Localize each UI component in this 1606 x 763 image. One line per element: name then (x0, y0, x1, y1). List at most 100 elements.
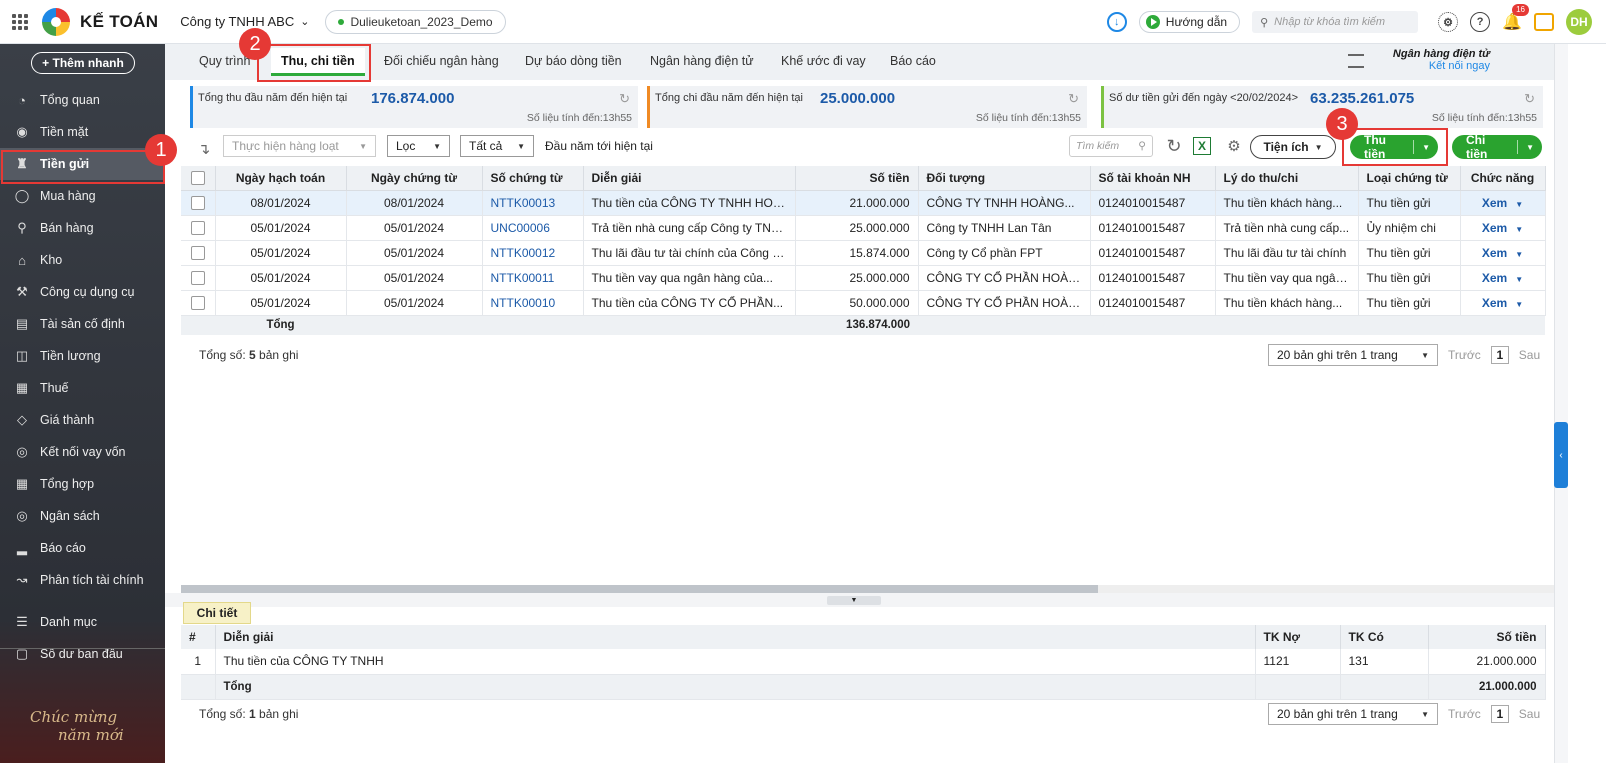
sidebar-item[interactable]: ◎ Kết nối vay vốn (0, 436, 165, 468)
page-number[interactable]: 1 (1490, 346, 1509, 364)
e-banking-connect[interactable]: Ngân hàng điện tử Kết nối ngay (1393, 48, 1490, 72)
vertical-scrollbar[interactable] (1554, 44, 1568, 763)
sidebar-item[interactable]: ▂ Báo cáo (0, 532, 165, 564)
next-page-button[interactable]: Sau (1519, 348, 1540, 362)
view-link[interactable]: Xem (1482, 271, 1507, 285)
sort-arrow-icon[interactable]: ↴ (193, 138, 215, 160)
row-checkbox[interactable] (190, 245, 205, 260)
view-link[interactable]: Xem (1482, 296, 1507, 310)
prev-page-button[interactable]: Trước (1448, 707, 1481, 721)
refresh-icon[interactable]: ↻ (1524, 91, 1535, 107)
table-cell[interactable]: NTTK00011 (482, 265, 584, 291)
column-header[interactable]: Ngày hạch toán (215, 166, 347, 191)
sidebar-item[interactable]: ◯ Mua hàng (0, 180, 165, 212)
refresh-icon[interactable]: ↻ (1163, 135, 1185, 157)
row-checkbox[interactable] (190, 270, 205, 285)
scrollbar-thumb[interactable] (181, 585, 1098, 593)
sidebar-item[interactable]: ☰ Danh mục (0, 606, 165, 638)
quick-add-button[interactable]: + Thêm nhanh (31, 52, 135, 74)
column-header[interactable]: Đối tượng (918, 166, 1091, 191)
caret-down-icon[interactable]: ▼ (1518, 143, 1542, 152)
column-header[interactable]: Chức năng (1460, 166, 1546, 191)
tab-cash-flow-forecast[interactable]: Dự báo dòng tiền (525, 54, 622, 68)
database-selector[interactable]: Dulieuketoan_2023_Demo (325, 9, 506, 34)
caret-down-icon[interactable]: ▼ (1414, 143, 1438, 152)
caret-down-icon[interactable]: ▼ (1515, 200, 1523, 209)
sidebar-item[interactable]: ◇ Giá thành (0, 404, 165, 436)
view-link[interactable]: Xem (1482, 246, 1507, 260)
caret-down-icon[interactable]: ▼ (1515, 225, 1523, 234)
caret-down-icon[interactable]: ▼ (1515, 275, 1523, 284)
tab-receipts-payments[interactable]: Thu, chi tiền (271, 48, 365, 76)
sidebar-item[interactable]: ◉ Tiền mặt (0, 116, 165, 148)
refresh-icon[interactable]: ↻ (619, 91, 630, 107)
sidebar-item[interactable]: ▦ Thuế (0, 372, 165, 404)
table-row[interactable]: 05/01/2024 05/01/2024 NTTK00011 Thu tiền va… (181, 265, 1546, 291)
tab-e-banking[interactable]: Ngân hàng điện tử (650, 54, 754, 68)
sidebar-item[interactable]: ▢ Số dư ban đầu (0, 638, 165, 670)
next-page-button[interactable]: Sau (1519, 707, 1540, 721)
collapse-handle-icon[interactable]: ▼ (827, 596, 881, 605)
notification-bell-icon[interactable]: 🔔 16 (1502, 4, 1529, 32)
sidebar-item[interactable]: ◫ Tiền lương (0, 340, 165, 372)
sidebar-item[interactable]: ▦ Tổng hợp (0, 468, 165, 500)
user-avatar[interactable]: DH (1566, 9, 1592, 35)
table-row[interactable]: 05/01/2024 05/01/2024 NTTK00010 Thu tiền củ… (181, 290, 1546, 316)
tab-bank-reconciliation[interactable]: Đối chiếu ngân hàng (384, 54, 499, 68)
row-checkbox[interactable] (190, 195, 205, 210)
view-link[interactable]: Xem (1482, 196, 1507, 210)
caret-down-icon[interactable]: ▼ (1515, 300, 1523, 309)
global-search-input[interactable]: ⚲ Nhập từ khóa tìm kiếm (1252, 11, 1419, 33)
refresh-icon[interactable]: ↻ (1068, 91, 1079, 107)
settings-gear-icon[interactable]: ⚙ (1223, 135, 1245, 157)
sidebar-item[interactable]: ◔ Tổng quan (0, 84, 165, 116)
sidebar-item[interactable]: ⌂ Kho (0, 244, 165, 276)
tab-details[interactable]: Chi tiết (183, 602, 251, 624)
select-all-checkbox[interactable] (190, 170, 205, 185)
table-cell[interactable]: UNC00006 (482, 215, 584, 241)
table-row[interactable]: 05/01/2024 05/01/2024 UNC00006 Trả tiền nhà… (181, 215, 1546, 241)
row-select-cell[interactable] (181, 240, 216, 266)
pay-money-button[interactable]: Chi tiền ▼ (1452, 133, 1542, 161)
sidebar-item[interactable]: ⚲ Bán hàng (0, 212, 165, 244)
column-header[interactable]: Số tiền (795, 166, 919, 191)
row-select-cell[interactable] (181, 265, 216, 291)
column-header[interactable]: Ngày chứng từ (346, 166, 483, 191)
column-header[interactable]: Diễn giải (583, 166, 796, 191)
all-select[interactable]: Tất cả ▼ (460, 135, 534, 157)
page-size-select[interactable]: 20 bản ghi trên 1 trang ▼ (1268, 703, 1438, 725)
settings-gear-icon[interactable]: ⚙ (1438, 12, 1459, 32)
page-size-select[interactable]: 20 bản ghi trên 1 trang ▼ (1268, 344, 1438, 366)
table-cell[interactable]: NTTK00010 (482, 290, 584, 316)
prev-page-button[interactable]: Trước (1448, 348, 1481, 362)
column-header[interactable]: Lý do thu/chi (1215, 166, 1359, 191)
sidebar-item[interactable]: ▤ Tài sản cố định (0, 308, 165, 340)
tab-reports[interactable]: Báo cáo (890, 54, 936, 68)
tab-loan-contracts[interactable]: Khế ước đi vay (781, 54, 866, 68)
tab-settings-icon[interactable] (1348, 54, 1364, 68)
sidebar-item[interactable]: ↝ Phân tích tài chính (0, 564, 165, 596)
sidebar-item[interactable]: ♜ Tiền gửi (0, 148, 165, 180)
receive-money-button[interactable]: Thu tiền ▼ (1350, 133, 1438, 161)
expand-panel-handle[interactable]: ‹ (1554, 422, 1568, 488)
select-all-header[interactable] (181, 166, 216, 191)
detail-row[interactable]: 1 Thu tiền của CÔNG TY TNHH 1121 131 21.000.… (181, 649, 1546, 675)
batch-action-select[interactable]: Thực hiện hàng loạt ▼ (223, 135, 376, 157)
gift-icon[interactable] (1534, 13, 1554, 31)
connect-now-link[interactable]: Kết nối ngay (1429, 60, 1490, 72)
list-search-input[interactable]: Tìm kiếm ⚲ (1069, 135, 1153, 157)
guide-button[interactable]: Hướng dẫn (1138, 11, 1241, 33)
row-checkbox[interactable] (190, 220, 205, 235)
app-grid-icon[interactable] (12, 13, 28, 30)
row-checkbox[interactable] (190, 295, 205, 310)
help-icon[interactable]: ? (1470, 12, 1491, 32)
horizontal-scrollbar[interactable] (181, 585, 1554, 593)
excel-export-icon[interactable]: X (1193, 137, 1211, 155)
table-row[interactable]: 05/01/2024 05/01/2024 NTTK00012 Thu lãi đầu… (181, 240, 1546, 266)
table-row[interactable]: 08/01/2024 08/01/2024 NTTK00013 Thu tiền củ… (181, 190, 1546, 216)
tab-workflow[interactable]: Quy trình (199, 54, 250, 68)
utilities-button[interactable]: Tiện ích ▼ (1250, 135, 1336, 159)
panel-splitter[interactable]: ▼ (165, 593, 1554, 607)
page-number[interactable]: 1 (1490, 705, 1509, 723)
column-header[interactable]: Số tài khoản NH (1090, 166, 1216, 191)
